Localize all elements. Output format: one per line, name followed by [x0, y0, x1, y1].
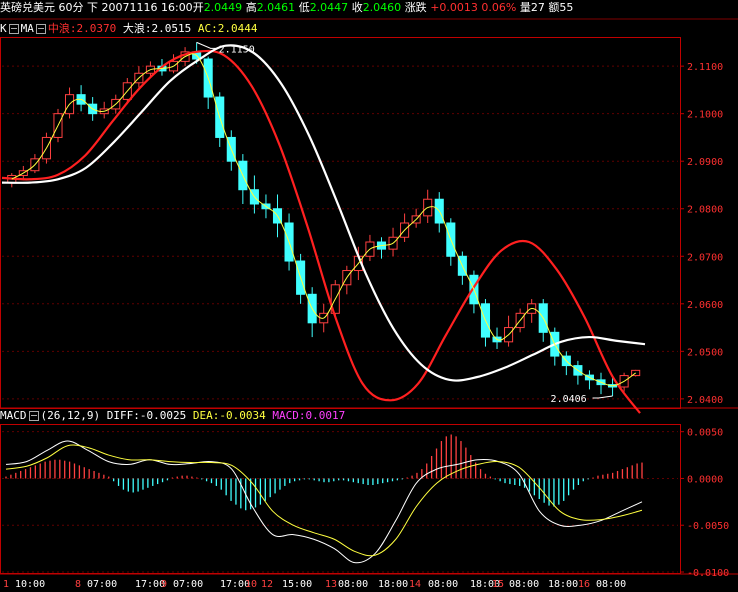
trough-marker: [592, 395, 613, 399]
time-axis-label: 1: [3, 579, 9, 590]
time-axis-label: 18:00: [378, 579, 408, 590]
price-panel-frame: [0, 37, 681, 409]
price-tick-label: 2.1000: [687, 110, 723, 121]
price-tick-label: 2.0400: [687, 395, 723, 406]
ac-line: [11, 53, 636, 387]
price-axis: 2.1100 2.1000 2.0900 2.0800 2.0700 2.0600 2.05…: [680, 62, 723, 406]
time-axis-label: 14: [409, 579, 421, 590]
price-tick-label: 2.0600: [687, 300, 723, 311]
time-axis-label: 08:00: [428, 579, 458, 590]
macd-lines: [5, 440, 643, 564]
peak-marker: [196, 41, 217, 49]
time-axis-label: 07:00: [87, 579, 117, 590]
macd-tick-label: -0.0100: [687, 568, 729, 579]
mid-wave-line: [1, 49, 641, 414]
time-axis-label: 9: [161, 579, 167, 590]
dea-line: [5, 444, 643, 557]
time-axis: 1 10:00 8 07:00 17:009 07:00 17:0010 12 15:00 13 0…: [3, 579, 626, 590]
time-axis-label: 16: [578, 579, 590, 590]
trough-label: 2.0406: [551, 394, 587, 405]
time-axis-label: 07:00: [173, 579, 203, 590]
time-axis-label: 10: [245, 579, 257, 590]
chart-canvas[interactable]: 2.1100 2.1000 2.0900 2.0800 2.0700 2.0600 2.05…: [0, 0, 738, 592]
time-axis-label: 08:00: [509, 579, 539, 590]
time-axis-label: 15: [492, 579, 504, 590]
diff-line: [5, 440, 643, 564]
time-axis-label: 18:00: [548, 579, 578, 590]
price-tick-label: 2.0800: [687, 205, 723, 216]
price-tick-label: 2.0700: [687, 252, 723, 263]
peak-label: 2.1150: [219, 44, 255, 55]
macd-tick-label: 0.0050: [687, 428, 723, 439]
macd-panel-frame: [0, 424, 681, 574]
time-axis-label: 12: [261, 579, 273, 590]
macd-histogram: [5, 434, 643, 511]
time-axis-label: 13: [325, 579, 337, 590]
price-tick-label: 2.0900: [687, 157, 723, 168]
time-axis-label: 8: [75, 579, 81, 590]
candlestick-series: [7, 42, 641, 397]
time-axis-label: 15:00: [282, 579, 312, 590]
price-tick-label: 2.1100: [687, 62, 723, 73]
macd-tick-label: -0.0050: [687, 521, 729, 532]
price-gridlines: [2, 65, 678, 400]
wave-lines: [1, 44, 646, 414]
time-axis-label: 08:00: [338, 579, 368, 590]
time-axis-label: 08:00: [596, 579, 626, 590]
time-axis-label: 10:00: [15, 579, 45, 590]
macd-axis: 0.0050 0.0000 -0.0050 -0.0100: [680, 428, 729, 579]
macd-tick-label: 0.0000: [687, 474, 723, 485]
price-tick-label: 2.0500: [687, 347, 723, 358]
